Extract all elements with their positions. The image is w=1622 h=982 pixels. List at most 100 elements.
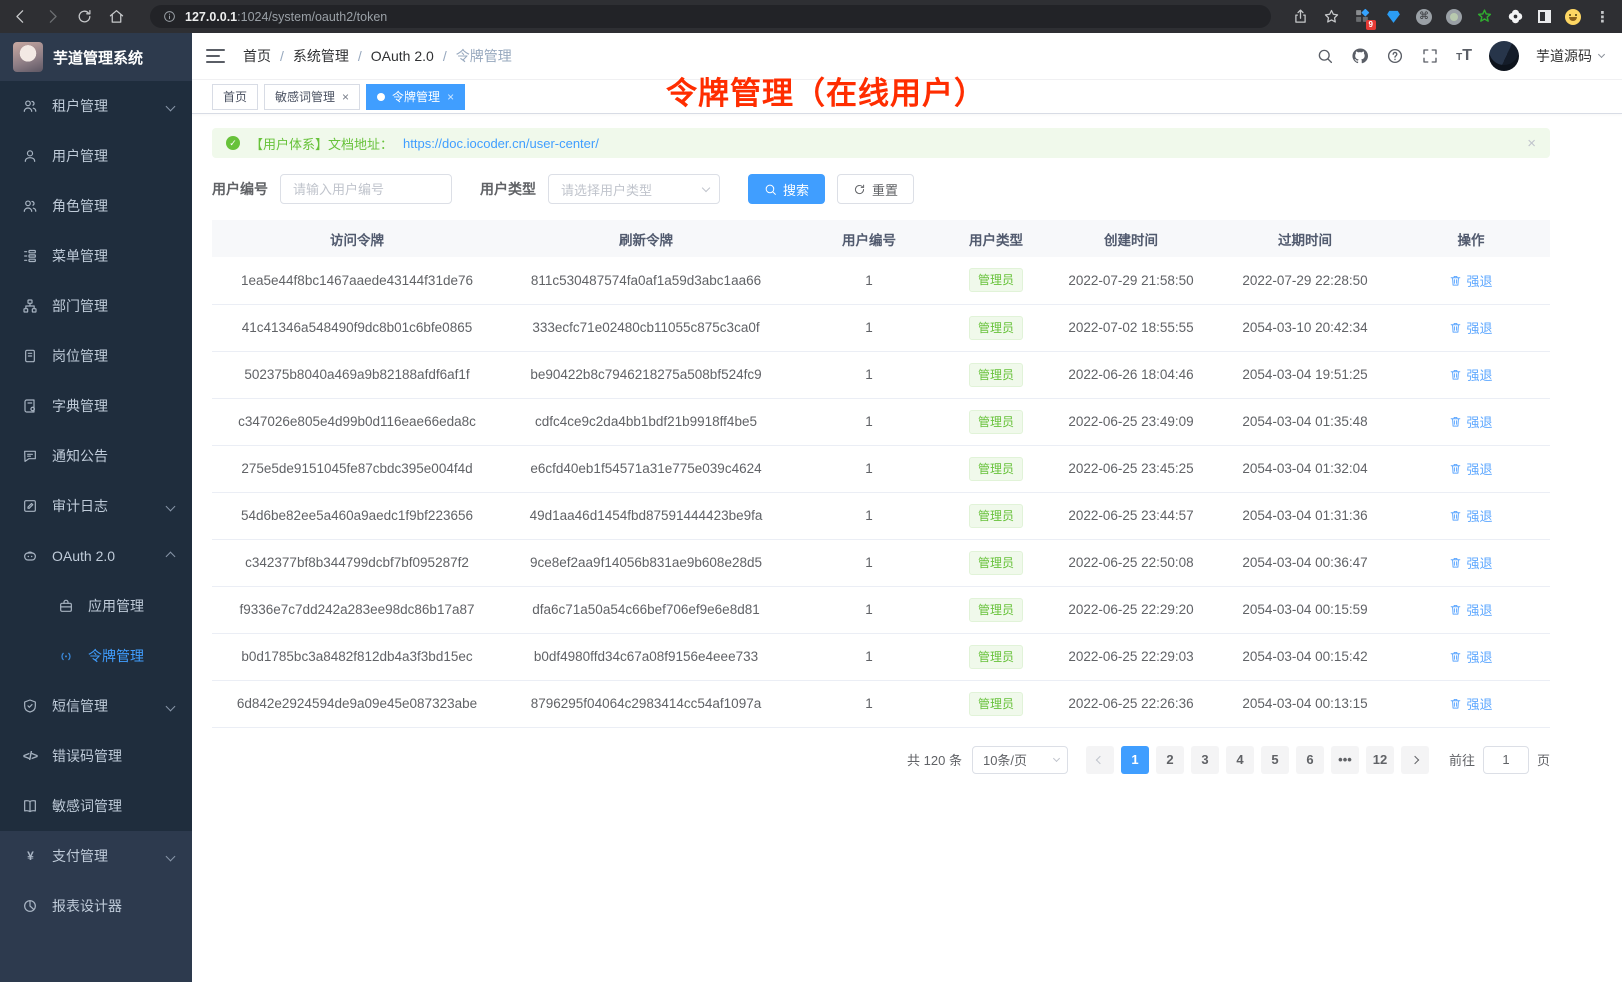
page-button-2[interactable]: 2 — [1156, 746, 1184, 774]
breadcrumb-item[interactable]: OAuth 2.0 — [371, 48, 434, 64]
sidebar-item-dict[interactable]: 字典管理 — [0, 381, 192, 431]
trash-icon — [1449, 274, 1462, 287]
page-button-1[interactable]: 1 — [1121, 746, 1149, 774]
force-logout-button[interactable]: 强退 — [1449, 694, 1492, 713]
tab-sensitive-word[interactable]: 敏感词管理× — [264, 84, 360, 110]
sidebar-item-dept[interactable]: 部门管理 — [0, 281, 192, 331]
user-id-cell: 1 — [790, 680, 948, 727]
sidebar-item-report-designer[interactable]: 报表设计器 — [0, 881, 192, 931]
home-icon[interactable] — [108, 8, 125, 25]
refresh-icon[interactable] — [76, 8, 93, 25]
table-row: 41c41346a548490f9dc8b01c6bfe0865333ecfc7… — [212, 304, 1550, 351]
success-check-icon: ✓ — [226, 136, 240, 150]
page-button-6[interactable]: 6 — [1296, 746, 1324, 774]
site-info-icon[interactable] — [163, 10, 176, 23]
sidebar-item-error-code[interactable]: </>错误码管理 — [0, 731, 192, 781]
page-button-3[interactable]: 3 — [1191, 746, 1219, 774]
chevron-down-icon — [166, 501, 176, 511]
app-logo[interactable]: 芋道管理系统 — [0, 33, 192, 81]
sidebar-item-oauth2-token[interactable]: 令牌管理 — [0, 631, 192, 681]
extension-grid-icon[interactable]: 9 — [1354, 8, 1371, 25]
breadcrumb-item[interactable]: 系统管理 — [293, 46, 349, 66]
fullscreen-icon[interactable] — [1421, 47, 1439, 65]
browser-menu-icon[interactable]: ⋮ — [1595, 8, 1610, 26]
tab-close-icon[interactable]: × — [342, 90, 349, 104]
tab-home[interactable]: 首页 — [212, 84, 258, 110]
help-icon[interactable] — [1386, 47, 1404, 65]
prev-page-button[interactable] — [1086, 746, 1114, 774]
user-type-cell: 管理员 — [948, 304, 1044, 351]
search-button[interactable]: 搜索 — [748, 174, 825, 204]
page-size-select[interactable]: 10条/页 — [972, 746, 1068, 774]
sidebar-item-menu[interactable]: 菜单管理 — [0, 231, 192, 281]
share-icon[interactable] — [1292, 8, 1309, 25]
alert-doc-link[interactable]: https://doc.iocoder.cn/user-center/ — [403, 136, 599, 151]
force-logout-button[interactable]: 强退 — [1449, 553, 1492, 572]
force-logout-label: 强退 — [1466, 412, 1492, 431]
force-logout-button[interactable]: 强退 — [1449, 318, 1492, 337]
address-bar[interactable]: 127.0.0.1:1024/system/oauth2/token — [150, 5, 1271, 28]
search-icon — [764, 183, 777, 196]
force-logout-button[interactable]: 强退 — [1449, 506, 1492, 525]
trash-icon — [1449, 321, 1462, 334]
user-type-tag: 管理员 — [969, 316, 1023, 340]
force-logout-button[interactable]: 强退 — [1449, 412, 1492, 431]
sidebar-item-user[interactable]: 用户管理 — [0, 131, 192, 181]
page-button-4[interactable]: 4 — [1226, 746, 1254, 774]
forward-icon[interactable] — [44, 8, 61, 25]
split-tab-icon[interactable] — [1538, 10, 1551, 23]
reset-button[interactable]: 重置 — [837, 174, 914, 204]
sidebar-toggle-icon[interactable] — [206, 49, 225, 63]
next-page-button[interactable] — [1401, 746, 1429, 774]
action-cell: 强退 — [1392, 539, 1550, 586]
sidebar-item-oauth2[interactable]: OAuth 2.0 — [0, 531, 192, 581]
recorder-extension-icon[interactable] — [1446, 9, 1462, 25]
user-id-input[interactable] — [280, 174, 452, 204]
refresh-icon — [853, 183, 866, 196]
search-icon[interactable] — [1316, 47, 1334, 65]
force-logout-button[interactable]: 强退 — [1449, 271, 1492, 290]
force-logout-button[interactable]: 强退 — [1449, 459, 1492, 478]
force-logout-button[interactable]: 强退 — [1449, 365, 1492, 384]
force-logout-button[interactable]: 强退 — [1449, 600, 1492, 619]
pinwheel-extension-icon[interactable] — [1507, 8, 1524, 25]
user-type-tag: 管理员 — [969, 268, 1023, 292]
user-type-tag: 管理员 — [969, 457, 1023, 481]
page-ellipsis[interactable]: ••• — [1331, 746, 1359, 774]
user-avatar[interactable] — [1489, 41, 1519, 71]
command-extension-icon[interactable]: ⌘ — [1416, 9, 1432, 25]
url-host: 127.0.0.1 — [185, 10, 237, 24]
tab-close-icon[interactable]: × — [447, 90, 454, 104]
sidebar-item-label: 审计日志 — [52, 496, 153, 516]
user-menu[interactable]: 芋道源码 — [1536, 46, 1604, 66]
org-icon — [22, 298, 38, 314]
user-type-select[interactable]: 请选择用户类型 — [548, 174, 720, 204]
sidebar-item-role[interactable]: 角色管理 — [0, 181, 192, 231]
bookmark-star-icon[interactable] — [1323, 8, 1340, 25]
sidebar-item-sms[interactable]: 短信管理 — [0, 681, 192, 731]
emoji-profile-icon[interactable] — [1565, 9, 1581, 25]
breadcrumb-item[interactable]: 首页 — [243, 46, 271, 66]
green-star-extension-icon[interactable] — [1476, 8, 1493, 25]
sidebar-item-pay[interactable]: ¥支付管理 — [0, 831, 192, 881]
gem-extension-icon[interactable] — [1385, 8, 1402, 25]
back-icon[interactable] — [12, 8, 29, 25]
sidebar-item-sensitive-word[interactable]: 敏感词管理 — [0, 781, 192, 831]
tab-oauth2-token[interactable]: 令牌管理× — [366, 84, 465, 110]
sidebar-item-audit-log[interactable]: 审计日志 — [0, 481, 192, 531]
sidebar-item-tenant[interactable]: 租户管理 — [0, 81, 192, 131]
page-button-12[interactable]: 12 — [1366, 746, 1394, 774]
alert-close-icon[interactable]: × — [1527, 135, 1536, 152]
page-button-5[interactable]: 5 — [1261, 746, 1289, 774]
github-icon[interactable] — [1351, 47, 1369, 65]
sidebar-item-oauth2-app[interactable]: 应用管理 — [0, 581, 192, 631]
font-size-icon[interactable]: TT — [1456, 47, 1472, 65]
chevron-down-icon — [166, 701, 176, 711]
sidebar-item-notice[interactable]: 通知公告 — [0, 431, 192, 481]
goto-page-input[interactable] — [1483, 746, 1529, 774]
trash-icon — [1449, 509, 1462, 522]
force-logout-button[interactable]: 强退 — [1449, 647, 1492, 666]
sidebar-item-label: 字典管理 — [52, 396, 174, 416]
refresh-token-cell: 9ce8ef2aa9f14056b831ae9b608e28d5 — [502, 539, 790, 586]
sidebar-item-post[interactable]: 岗位管理 — [0, 331, 192, 381]
